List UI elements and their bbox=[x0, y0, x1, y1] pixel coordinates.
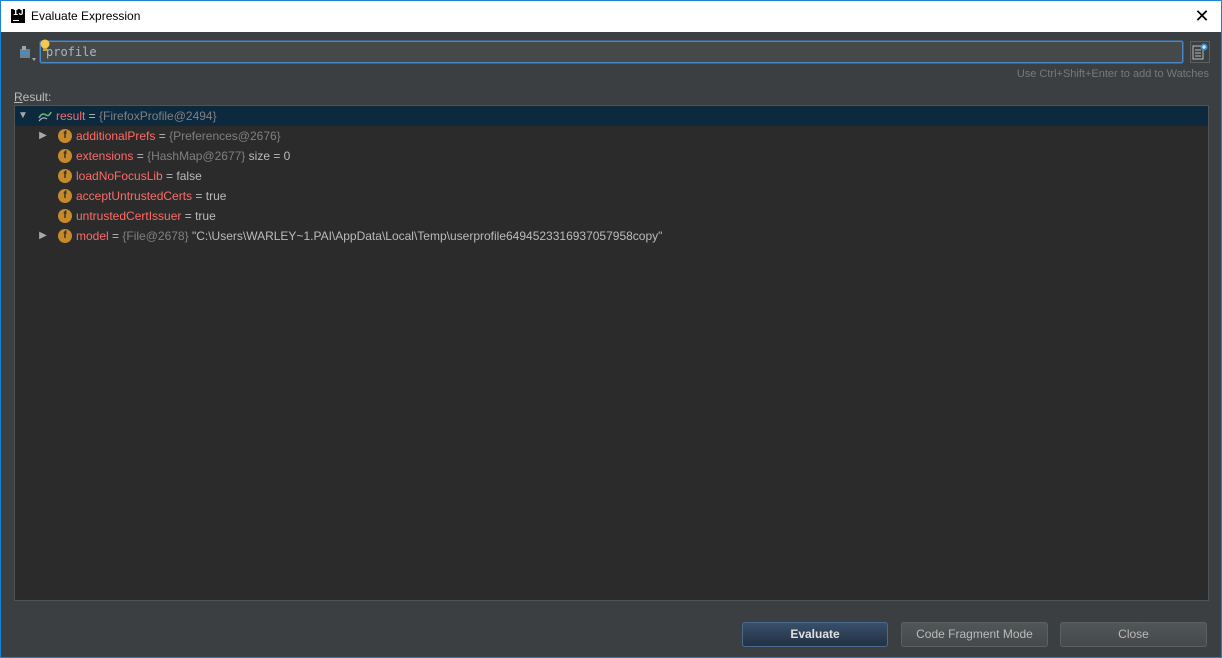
close-button[interactable]: Close bbox=[1060, 622, 1207, 647]
tree-node-value: false bbox=[176, 169, 202, 183]
field-icon: f bbox=[58, 169, 72, 183]
tree-node-name: acceptUntrustedCerts bbox=[76, 189, 193, 203]
result-label: Result: bbox=[14, 90, 52, 104]
field-icon: f bbox=[58, 209, 72, 223]
expand-arrow-icon[interactable]: ▶ bbox=[38, 126, 48, 146]
field-icon: f bbox=[58, 229, 72, 243]
expand-arrow-icon[interactable]: ▶ bbox=[38, 226, 48, 246]
field-icon: f bbox=[58, 149, 72, 163]
close-window-button[interactable]: ✕ bbox=[1189, 4, 1215, 28]
expression-input[interactable] bbox=[40, 41, 1183, 63]
tree-node-name: loadNoFocusLib bbox=[76, 169, 163, 183]
expression-row bbox=[15, 39, 1211, 65]
lightbulb-icon[interactable] bbox=[39, 39, 51, 53]
tree-node-reference: {Preferences@2676} bbox=[169, 129, 281, 143]
tree-node-reference: {HashMap@2677} bbox=[147, 149, 246, 163]
collapse-arrow-icon[interactable]: ▼ bbox=[18, 106, 28, 126]
tree-node-value: size = 0 bbox=[245, 149, 291, 163]
add-to-watches-icon bbox=[1192, 43, 1208, 60]
evaluate-expression-dialog: IJ Evaluate Expression ✕ profile Use Ctr… bbox=[0, 0, 1222, 658]
intellij-app-icon: IJ bbox=[11, 9, 25, 23]
tree-node-name: additionalPrefs bbox=[76, 129, 156, 143]
tree-node-name: extensions bbox=[76, 149, 134, 163]
tree-node-reference: {FirefoxProfile@2494} bbox=[99, 109, 217, 123]
tree-node-name: result bbox=[56, 109, 86, 123]
add-to-watches-button[interactable] bbox=[1190, 41, 1210, 63]
tree-row[interactable]: f untrustedCertIssuer = true bbox=[15, 206, 1208, 226]
tree-node-value: true bbox=[205, 189, 227, 203]
tree-node-value: true bbox=[195, 209, 216, 223]
tree-row[interactable]: f acceptUntrustedCerts = true bbox=[15, 186, 1208, 206]
tree-row[interactable]: ▶ f additionalPrefs = {Preferences@2676} bbox=[15, 126, 1208, 146]
code-fragment-mode-button[interactable]: Code Fragment Mode bbox=[901, 622, 1048, 647]
tree-row[interactable]: ▶ f model = {File@2678} "C:\Users\WARLEY… bbox=[15, 226, 1208, 246]
tree-root-row[interactable]: ▼ result = {FirefoxProfile@2494} bbox=[15, 106, 1208, 126]
history-dropdown-icon[interactable] bbox=[17, 43, 37, 63]
tree-row[interactable]: f extensions = {HashMap@2677} size = 0 bbox=[15, 146, 1208, 166]
tree-node-name: model bbox=[76, 229, 109, 243]
title-bar[interactable]: IJ Evaluate Expression ✕ bbox=[1, 1, 1221, 32]
result-tree[interactable]: ▼ result = {FirefoxProfile@2494} ▶ f add… bbox=[14, 105, 1209, 601]
tree-node-name: untrustedCertIssuer bbox=[76, 209, 182, 223]
field-icon: f bbox=[58, 189, 72, 203]
window-title: Evaluate Expression bbox=[31, 9, 141, 23]
tree-node-value: "C:\Users\WARLEY~1.PAI\AppData\Local\Tem… bbox=[188, 229, 663, 243]
tree-node-reference: {File@2678} bbox=[122, 229, 189, 243]
watch-result-icon bbox=[38, 111, 52, 122]
tree-row[interactable]: f loadNoFocusLib = false bbox=[15, 166, 1208, 186]
field-icon: f bbox=[58, 129, 72, 143]
watches-hint: Use Ctrl+Shift+Enter to add to Watches bbox=[1016, 68, 1209, 80]
evaluate-button[interactable]: Evaluate bbox=[742, 622, 888, 647]
